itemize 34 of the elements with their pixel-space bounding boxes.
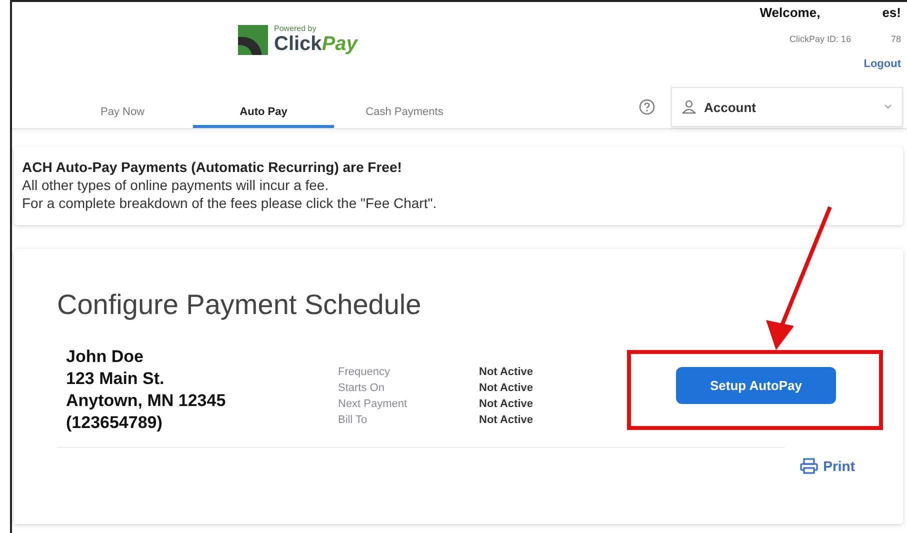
account-dropdown[interactable]: Account <box>671 87 903 127</box>
user-icon <box>682 100 696 114</box>
clickpay-id: ClickPay ID: 16 <box>789 34 851 44</box>
address-line: John Doe <box>66 347 144 367</box>
tab[interactable]: Auto Pay <box>193 94 334 128</box>
help-icon[interactable] <box>639 99 655 115</box>
field-value: Not Active <box>479 382 533 394</box>
field-label: Bill To <box>338 414 368 426</box>
clickpay-id-tail: 78 <box>890 34 901 44</box>
tab[interactable]: Cash Payments <box>334 94 475 128</box>
logout-link[interactable]: Logout <box>864 58 901 70</box>
tab[interactable]: Pay Now <box>52 94 193 128</box>
logo-text: ClickPay <box>274 33 358 56</box>
field-value: Not Active <box>479 398 533 410</box>
welcome-name: es! <box>882 5 901 20</box>
address-line: 123 Main St. <box>66 369 166 389</box>
notice-headline: ACH Auto-Pay Payments (Automatic Recurring) are Free! <box>22 159 403 175</box>
logo-icon <box>238 25 268 55</box>
chevron-icon <box>884 104 892 110</box>
notice-text: For a complete breakdown of the fees please click the "Fee Chart". <box>22 195 438 211</box>
address-line: Anytown, MN 12345 <box>66 391 227 411</box>
printer-icon <box>800 458 818 474</box>
welcome-text: Welcome, <box>760 5 820 20</box>
field-value: Not Active <box>479 366 533 378</box>
section-title: Configure Payment Schedule <box>57 289 422 321</box>
field-label: Next Payment <box>338 398 408 410</box>
field-label: Frequency <box>338 366 391 378</box>
address-line: (123654789) <box>66 413 164 433</box>
logo-tagline: Powered by <box>274 24 318 33</box>
setup-autopay-button[interactable]: Setup AutoPay <box>676 367 836 404</box>
notice-text: All other types of online payments will incur a fee. <box>22 177 330 193</box>
field-value: Not Active <box>479 414 533 426</box>
print-link[interactable]: Print <box>800 458 855 474</box>
field-label: Starts On <box>338 382 386 394</box>
